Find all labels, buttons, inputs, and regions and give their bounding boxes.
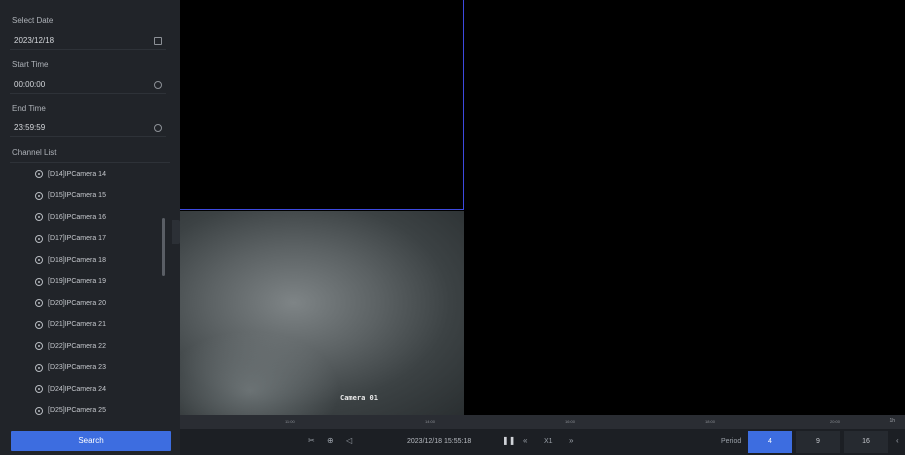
- period-option-9[interactable]: 9: [796, 431, 840, 453]
- end-time-label: End Time: [12, 104, 46, 113]
- channel-item[interactable]: [D23]IPCamera 23: [35, 361, 106, 375]
- channel-item[interactable]: [D21]IPCamera 21: [35, 318, 106, 332]
- start-time-value: 00:00:00: [14, 80, 46, 89]
- slow-down-icon[interactable]: «: [523, 436, 527, 445]
- video-window-4[interactable]: [465, 211, 905, 415]
- camera-icon: [35, 277, 43, 286]
- select-date-label: Select Date: [12, 16, 54, 25]
- channel-label: [D20]IPCamera 20: [48, 299, 106, 307]
- start-time-label: Start Time: [12, 60, 49, 69]
- playback-timeline[interactable]: 1h 11:00 14:00 16:00 18:00 20:00: [180, 415, 905, 429]
- speed-value: X1: [544, 438, 553, 445]
- playback-controls: ✂ ⊕ ◁ 2023/12/18 15:55:18 ❚❚ « X1 » Peri…: [180, 429, 905, 455]
- channel-list-label: Channel List: [12, 148, 57, 157]
- timeline-tick-label: 11:00: [285, 419, 295, 424]
- camera-icon: [35, 170, 43, 178]
- camera-icon: [35, 406, 43, 415]
- playback-time: 2023/12/18 15:55:18: [407, 438, 472, 445]
- channel-item[interactable]: [D19]IPCamera 19: [35, 275, 106, 289]
- end-time-value: 23:59:59: [14, 123, 46, 132]
- channel-label: [D14]IPCamera 14: [48, 170, 106, 178]
- channel-item[interactable]: [D20]IPCamera 20: [35, 296, 106, 310]
- timeline-tick-label: 16:00: [565, 419, 576, 424]
- channel-label: [D15]IPCamera 15: [48, 192, 106, 199]
- channel-label: [D25]IPCamera 25: [48, 407, 106, 414]
- channel-label: [D22]IPCamera 22: [48, 342, 106, 350]
- channel-list-scrollbar[interactable]: [162, 218, 165, 276]
- channel-label: [D18]IPCamera 18: [48, 256, 106, 264]
- channel-label: [D21]IPCamera 21: [48, 321, 106, 328]
- end-time-field[interactable]: 23:59:59: [10, 120, 166, 137]
- video-window-2[interactable]: [465, 0, 905, 210]
- search-button[interactable]: Search: [11, 431, 171, 451]
- zoom-value: 1h: [889, 418, 895, 424]
- channel-item[interactable]: [D22]IPCamera 22: [35, 339, 106, 353]
- clock-icon[interactable]: [154, 124, 162, 132]
- camera-icon: [35, 299, 43, 307]
- camera-icon: [35, 320, 43, 329]
- clip-icon[interactable]: ✂: [308, 436, 315, 445]
- timeline-tick-label: 18:00: [705, 419, 716, 424]
- channel-item[interactable]: [D18]IPCamera 18: [35, 253, 106, 267]
- reverse-play-icon[interactable]: ◁: [346, 436, 352, 445]
- channel-label: [D19]IPCamera 19: [48, 278, 106, 285]
- timeline-tick-label: 20:00: [830, 419, 841, 424]
- camera-icon: [35, 385, 43, 393]
- channel-item[interactable]: [D14]IPCamera 14: [35, 167, 106, 181]
- collapse-panel-handle[interactable]: [172, 220, 180, 244]
- search-panel: Select Date 2023/12/18 Start Time 00:00:…: [0, 0, 180, 455]
- camera-icon: [35, 234, 43, 243]
- video-window-1[interactable]: [180, 0, 464, 210]
- video-window-3[interactable]: Camera 01: [180, 211, 464, 415]
- channel-label: [D23]IPCamera 23: [48, 364, 106, 371]
- speed-up-icon[interactable]: »: [569, 436, 573, 445]
- period-label: Period: [721, 438, 742, 445]
- date-value: 2023/12/18: [14, 36, 55, 45]
- camera-name-overlay: Camera 01: [340, 394, 378, 402]
- period-option-16[interactable]: 16: [844, 431, 888, 453]
- start-time-field[interactable]: 00:00:00: [10, 77, 166, 94]
- camera-icon: [35, 191, 43, 200]
- video-grid: Camera 01: [180, 0, 905, 415]
- timeline-zoom[interactable]: 1h: [889, 418, 895, 424]
- channel-item[interactable]: [D17]IPCamera 17: [35, 232, 106, 246]
- channel-label: [D16]IPCamera 16: [48, 213, 106, 221]
- channel-list: [D14]IPCamera 14 [D15]IPCamera 15 [D16]IPC…: [10, 162, 170, 424]
- camera-icon: [35, 342, 43, 350]
- channel-label: [D24]IPCamera 24: [48, 385, 106, 393]
- clock-icon[interactable]: [154, 81, 162, 89]
- chevron-left-icon[interactable]: ‹: [896, 436, 899, 445]
- tag-icon[interactable]: ⊕: [327, 436, 334, 445]
- pause-icon[interactable]: ❚❚: [502, 436, 515, 445]
- channel-item[interactable]: [D25]IPCamera 25: [35, 404, 106, 418]
- channel-item[interactable]: [D16]IPCamera 16: [35, 210, 106, 224]
- calendar-icon[interactable]: [154, 37, 162, 45]
- date-field[interactable]: 2023/12/18: [10, 33, 166, 50]
- timeline-tick-label: 14:00: [425, 419, 436, 424]
- camera-icon: [35, 363, 43, 372]
- channel-label: [D17]IPCamera 17: [48, 235, 106, 242]
- channel-item[interactable]: [D24]IPCamera 24: [35, 382, 106, 396]
- channel-item[interactable]: [D15]IPCamera 15: [35, 189, 106, 203]
- camera-icon: [35, 256, 43, 264]
- camera-icon: [35, 213, 43, 221]
- period-option-4[interactable]: 4: [748, 431, 792, 453]
